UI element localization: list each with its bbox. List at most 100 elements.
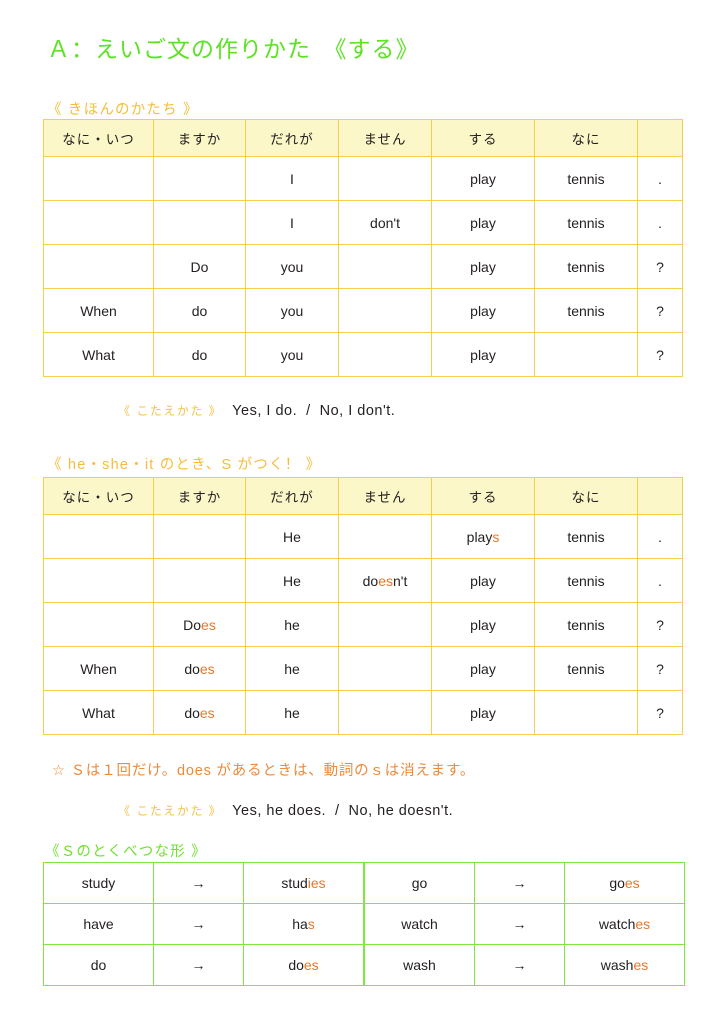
cell-col5: play — [431, 558, 535, 603]
highlighted-suffix: ies — [307, 875, 326, 891]
cell-col4 — [338, 332, 432, 377]
cell-col1 — [43, 200, 154, 245]
cell-col6: tennis — [534, 602, 638, 647]
cell-col1 — [43, 156, 154, 201]
highlighted-suffix: es — [635, 916, 651, 932]
cell-col6: tennis — [534, 514, 638, 559]
special-forms-right-column: go → goes watch → watches wash → washes — [364, 862, 685, 986]
cell-col5: plays — [431, 514, 535, 559]
highlighted-suffix: s — [307, 916, 315, 932]
special-s-forms-table: study → studies have → has do → does go → goes watc… — [43, 862, 685, 986]
highlighted-suffix: es — [199, 704, 215, 721]
highlighted-suffix: es — [633, 957, 649, 973]
table-row: What does he play? — [43, 690, 683, 735]
cell-col7: ? — [637, 646, 683, 691]
highlighted-suffix: es — [201, 616, 216, 633]
answer-negative: No, I don't. — [319, 403, 396, 419]
arrow-icon: → — [153, 903, 244, 945]
cell-col7: ? — [637, 244, 683, 289]
word-pair-row: wash → washes — [364, 944, 685, 986]
column-header-1: なに・いつ — [43, 477, 154, 515]
s-form: washes — [564, 944, 685, 986]
cell-col2: do — [153, 288, 246, 333]
cell-col7: . — [637, 200, 683, 245]
cell-col4 — [338, 244, 432, 289]
highlighted-suffix: es — [378, 572, 393, 589]
highlighted-suffix: es — [199, 660, 215, 677]
cell-col6: tennis — [534, 288, 638, 333]
table-row: Do you play tennis? — [43, 244, 683, 289]
third-person-s-table: なに・いつ ますか だれが ません する なに He plays tennis. He doesn… — [43, 477, 683, 735]
column-header-4: ません — [338, 477, 432, 515]
cell-col6: tennis — [534, 646, 638, 691]
cell-col2: Does — [153, 602, 246, 647]
cell-col7: . — [637, 156, 683, 201]
cell-col1 — [43, 602, 154, 647]
cell-col1: When — [43, 288, 154, 333]
cell-col4 — [338, 690, 432, 735]
column-header-5: する — [431, 119, 535, 157]
cell-col1 — [43, 558, 154, 603]
cell-col5: play — [431, 332, 535, 377]
column-header-4: ません — [338, 119, 432, 157]
cell-col2: Do — [153, 244, 246, 289]
column-header-7 — [637, 477, 683, 515]
cell-col3: you — [245, 288, 339, 333]
worksheet-page: Ａ：えいご文の作りかた 《する》 《 きほんのかたち 》 なに・いつ ますか だれが… — [0, 0, 725, 1024]
cell-col7: . — [637, 558, 683, 603]
cell-col6 — [534, 690, 638, 735]
section3-heading: 《Ｓのとくべつな形 》 — [45, 844, 207, 860]
word-pair-row: do → does — [43, 944, 364, 986]
cell-col5: play — [431, 690, 535, 735]
cell-col7: . — [637, 514, 683, 559]
table-row: Iplay tennis. — [43, 156, 683, 201]
cell-col1 — [43, 514, 154, 559]
cell-col2 — [153, 558, 246, 603]
table-body: He plays tennis. He doesn't play tennis. Does he… — [43, 514, 683, 735]
cell-col4 — [338, 514, 432, 559]
cell-col1: When — [43, 646, 154, 691]
cell-col2 — [153, 156, 246, 201]
cell-col2: does — [153, 646, 246, 691]
cell-col5: play — [431, 156, 535, 201]
cell-col5: play — [431, 646, 535, 691]
base-form: do — [43, 944, 154, 986]
cell-col3: he — [245, 690, 339, 735]
cell-col4: doesn't — [338, 558, 432, 603]
cell-col6 — [534, 332, 638, 377]
arrow-icon: → — [474, 862, 565, 904]
cell-col5: play — [431, 200, 535, 245]
table-row: He plays tennis. — [43, 514, 683, 559]
cell-col6: tennis — [534, 200, 638, 245]
column-header-1: なに・いつ — [43, 119, 154, 157]
arrow-icon: → — [474, 903, 565, 945]
table-body: Iplay tennis. Idon't play tennis. Do you play te… — [43, 156, 683, 377]
column-header-2: ますか — [153, 477, 246, 515]
word-pair-row: study → studies — [43, 862, 364, 904]
section1-answer-line: 《 こたえかた 》 Yes, I do. / No, I don't. — [118, 402, 395, 419]
answer-label: 《 こたえかた 》 — [118, 804, 223, 818]
cell-col5: play — [431, 288, 535, 333]
arrow-icon: → — [153, 944, 244, 986]
cell-col2: do — [153, 332, 246, 377]
answer-affirmative: Yes, I do. — [232, 403, 298, 419]
column-header-2: ますか — [153, 119, 246, 157]
cell-col1: What — [43, 332, 154, 377]
table-header-row: なに・いつ ますか だれが ません する なに — [43, 119, 683, 157]
cell-col6: tennis — [534, 558, 638, 603]
cell-col7: ? — [637, 690, 683, 735]
section2-heading: 《 he・she・it のとき、S がつく！ 》 — [47, 457, 322, 473]
cell-col3: He — [245, 514, 339, 559]
cell-col4: don't — [338, 200, 432, 245]
base-form: have — [43, 903, 154, 945]
column-header-3: だれが — [245, 477, 339, 515]
section1-heading: 《 きほんのかたち 》 — [47, 102, 199, 118]
word-pair-row: have → has — [43, 903, 364, 945]
s-form: watches — [564, 903, 685, 945]
cell-col3: you — [245, 244, 339, 289]
special-forms-left-column: study → studies have → has do → does — [43, 862, 364, 986]
word-pair-row: go → goes — [364, 862, 685, 904]
basic-form-table: なに・いつ ますか だれが ません する なに Iplay tennis. Idon't pla… — [43, 119, 683, 377]
table-row: Idon't play tennis. — [43, 200, 683, 245]
answer-separator: / — [335, 803, 340, 819]
